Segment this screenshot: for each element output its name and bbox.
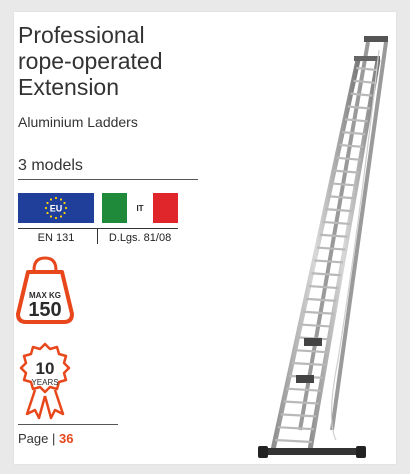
cert-label-eu: EN 131: [37, 232, 75, 244]
page-divider: [18, 424, 118, 425]
ladder-rung: [319, 233, 348, 238]
ladder-rung: [277, 426, 315, 431]
cert-label-it: D.Lgs. 81/08: [108, 232, 172, 244]
divider: [18, 179, 198, 180]
ladder-rung: [314, 259, 344, 264]
warranty-years-unit: YEARS: [31, 378, 59, 387]
title-line-3: Extension: [18, 74, 120, 100]
italy-flag-icon: IT: [102, 193, 178, 223]
italy-flag-label: IT: [136, 204, 143, 213]
page-number: 36: [58, 431, 74, 446]
ladder-rung: [275, 438, 312, 444]
ladder-rung: [344, 118, 368, 123]
ladder-rung: [300, 323, 332, 328]
ladder-rung: [308, 284, 339, 290]
ladder-rung: [283, 400, 319, 405]
models-count: 3 models: [18, 157, 83, 174]
eu-flag-icon: EU: [18, 193, 94, 223]
ladder-rung: [325, 208, 353, 213]
ladder-rung: [303, 310, 335, 315]
ladder-rung: [322, 220, 350, 226]
title-line-1: Professional: [18, 22, 145, 48]
product-subtitle: Aluminium Ladders: [18, 114, 138, 130]
ladder-rung: [339, 143, 364, 149]
warranty-years-value: 10: [35, 359, 55, 378]
ladder-rung: [353, 79, 375, 84]
ladder-rung: [317, 246, 346, 251]
cert-underline: [18, 228, 178, 229]
extension-ladder-image: [258, 36, 388, 458]
ladder-rung: [342, 131, 366, 136]
cert-separator: [97, 228, 98, 244]
ladder-rung: [331, 182, 357, 187]
ladder-rung: [328, 195, 355, 200]
ladder-rung: [305, 297, 337, 302]
page-label: Page |: [18, 431, 59, 446]
max-load-value: 150: [28, 299, 62, 321]
ladder-rung: [291, 361, 326, 367]
ladder-rung: [356, 66, 377, 72]
ladder-rung: [280, 413, 317, 418]
product-title: Professional rope-operated Extension: [18, 22, 218, 100]
ladder-rung: [294, 349, 328, 354]
ladder-rung: [333, 169, 359, 174]
ladder-rung: [347, 105, 370, 110]
title-line-2: rope-operated: [18, 48, 163, 74]
ladder-rung: [350, 92, 373, 97]
ladder-rung: [311, 272, 341, 277]
page-reference: Page | 36: [18, 431, 73, 446]
ladder-rung: [286, 387, 321, 392]
eu-flag-label: EU: [50, 204, 63, 214]
ladder-rung: [336, 156, 362, 161]
